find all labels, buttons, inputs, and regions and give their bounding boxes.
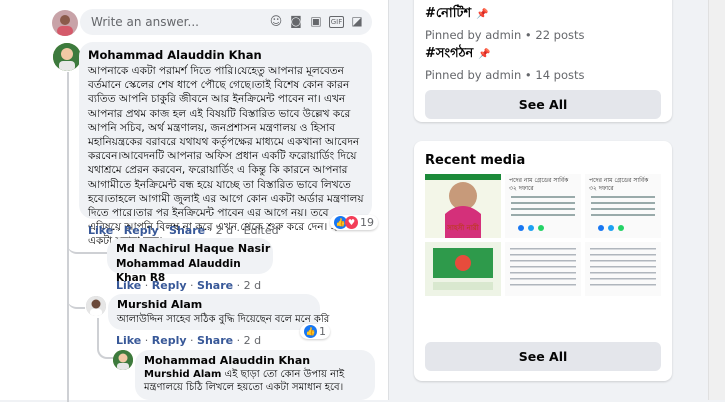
reply-author[interactable]: Mohammad Alauddin Khan — [144, 354, 310, 367]
comment-text: আপনাকে একটা পরামর্শ দিতে পারি।যেহেতু আপন… — [88, 65, 364, 248]
reply-author[interactable]: Md Nachirul Haque Nasir — [116, 242, 270, 255]
like-link[interactable]: Like — [88, 224, 113, 237]
current-user-avatar[interactable] — [52, 10, 78, 36]
reply-actions: Like · Reply · Share · 2 d — [116, 334, 262, 347]
recent-media-title: Recent media — [425, 153, 526, 168]
reply-bubble: Mohammad Alauddin Khan Murshid Alam এই ছ… — [135, 350, 375, 400]
media-thumbnail[interactable]: সাহসী নারী — [425, 174, 501, 238]
reply-reactions[interactable]: 👍 1 — [300, 324, 330, 339]
reply-author[interactable]: Murshid Alam — [117, 298, 202, 311]
pin-icon: 📌 — [478, 49, 491, 60]
see-all-media-button[interactable]: See All — [425, 342, 661, 371]
topic-title[interactable]: #নোটিশ — [425, 6, 471, 21]
reply-link[interactable]: Reply — [152, 334, 187, 347]
emoji-icon[interactable]: ☺ — [269, 14, 283, 28]
image-icon[interactable]: ▣ — [309, 14, 323, 28]
composer-icons: ☺ ◙ ▣ GIF ◪ — [269, 14, 364, 28]
reaction-count: 1 — [319, 325, 326, 338]
mention-link[interactable]: Murshid Alam — [144, 369, 221, 380]
topic-item[interactable]: #সংগঠন 📌 Pinned by admin • 14 posts — [425, 42, 585, 82]
see-all-topics-button[interactable]: See All — [425, 90, 661, 119]
reply-time[interactable]: 2 d — [244, 334, 261, 347]
gif-icon[interactable]: GIF — [329, 16, 344, 28]
comments-panel: ☺ ◙ ▣ GIF ◪ Mohammad Alauddin Khan আপনাক… — [0, 0, 389, 402]
comment-bubble: Mohammad Alauddin Khan আপনাকে একটা পরামর… — [79, 42, 372, 247]
comment-time[interactable]: 2 d — [216, 224, 233, 237]
commenter-avatar[interactable] — [53, 43, 81, 71]
like-link[interactable]: Like — [116, 279, 141, 292]
media-thumbnail[interactable] — [425, 242, 501, 296]
like-reaction-icon: 👍 — [304, 325, 317, 338]
comment-actions: Like · Reply · Share · 2 d · Edited — [88, 224, 279, 237]
sidebar: #নোটিশ 📌 Pinned by admin • 22 posts #সংগ… — [414, 0, 672, 400]
share-link[interactable]: Share — [197, 279, 233, 292]
media-thumbnail[interactable]: পদের নাম গ্রেডের সার্বিক ৩২ দফারে — [505, 174, 581, 238]
pinned-topics-card: #নোটিশ 📌 Pinned by admin • 22 posts #সংগ… — [414, 0, 672, 122]
media-thumbnail[interactable] — [505, 242, 581, 296]
answer-input-box[interactable]: ☺ ◙ ▣ GIF ◪ — [80, 9, 372, 35]
sticker-icon[interactable]: ◪ — [350, 14, 364, 28]
reply-link[interactable]: Reply — [152, 279, 187, 292]
topic-meta: Pinned by admin • 14 posts — [425, 68, 585, 82]
love-reaction-icon: ♥ — [345, 216, 358, 229]
answer-input[interactable] — [89, 14, 283, 30]
comment-author[interactable]: Mohammad Alauddin Khan — [88, 48, 262, 62]
reply-text: Murshid Alam এই ছাড়া তো কোন উপায় নাই ম… — [144, 368, 369, 394]
share-link[interactable]: Share — [169, 224, 205, 237]
reply-avatar[interactable] — [113, 350, 133, 370]
reply-avatar[interactable] — [86, 296, 106, 316]
share-link[interactable]: Share — [197, 334, 233, 347]
reply-bubble: Murshid Alam আলাউদ্দিন সাহেব সঠিক বুদ্ধি… — [108, 294, 329, 330]
topic-meta: Pinned by admin • 22 posts — [425, 28, 585, 42]
topic-item[interactable]: #নোটিশ 📌 Pinned by admin • 22 posts — [425, 2, 585, 42]
media-thumbnail[interactable]: পদের নাম গ্রেডের সার্বিক ৩২ দফারে — [585, 174, 661, 238]
scrollbar[interactable] — [708, 0, 725, 400]
media-thumbnail[interactable] — [585, 242, 661, 296]
media-caption: পদের নাম গ্রেডের সার্বিক ৩২ দফারে — [509, 177, 569, 192]
comment-reactions[interactable]: 👍 ♥ 19 — [330, 215, 378, 230]
reply-text: আলাউদ্দিন সাহেব সঠিক বুদ্ধি দিয়েছেন বলে… — [117, 314, 330, 325]
topic-title[interactable]: #সংগঠন — [425, 46, 473, 61]
media-caption: পদের নাম গ্রেডের সার্বিক ৩২ দফারে — [589, 177, 649, 192]
thread-connector — [67, 293, 85, 309]
reply-bubble: Md Nachirul Haque Nasir Mohammad Alauddi… — [107, 238, 273, 284]
reply-actions: Like · Reply · Share · 2 d — [116, 279, 262, 292]
camera-icon[interactable]: ◙ — [289, 14, 303, 28]
pin-icon: 📌 — [476, 9, 489, 20]
recent-media-card: Recent media সাহসী নারী পদের নাম গ্রেডের… — [414, 141, 672, 381]
media-caption: সাহসী নারী — [447, 224, 479, 232]
reply-time[interactable]: 2 d — [244, 279, 261, 292]
reply-link[interactable]: Reply — [124, 224, 159, 237]
edited-label: Edited — [243, 224, 279, 237]
like-link[interactable]: Like — [116, 334, 141, 347]
reaction-count: 19 — [360, 216, 374, 229]
